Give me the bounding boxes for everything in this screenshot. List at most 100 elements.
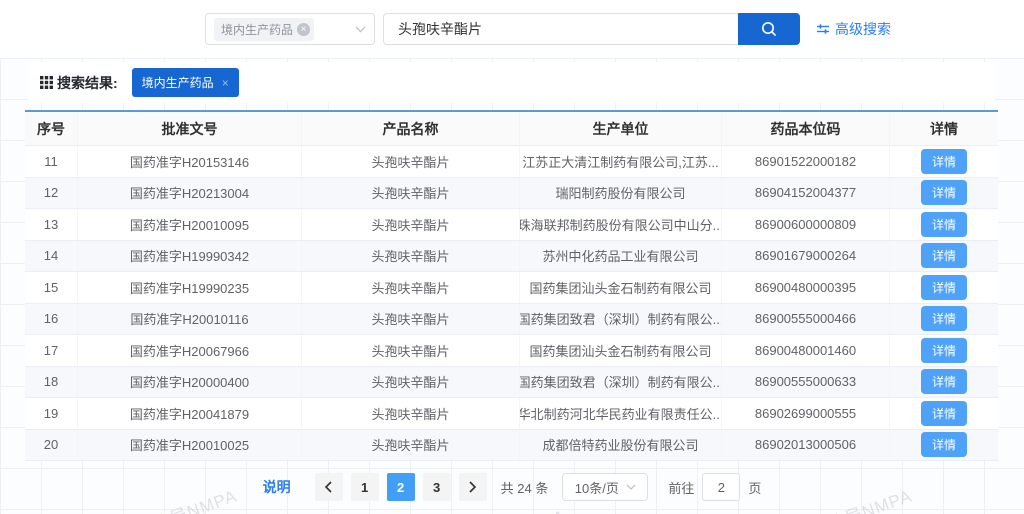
cell-product: 头孢呋辛酯片 xyxy=(302,178,520,209)
note-link[interactable]: 说明 xyxy=(263,477,291,497)
cell-product: 头孢呋辛酯片 xyxy=(302,209,520,240)
cell-code: 86904152004377 xyxy=(722,178,890,209)
table-row: 15 国药准字H19990235 头孢呋辛酯片 国药集团汕头金石制药有限公司 8… xyxy=(25,272,998,304)
nmpa-watermark: 药监局NMPA xyxy=(461,502,569,514)
filter-tag-close-icon[interactable]: × xyxy=(222,76,229,90)
cell-no: 19 xyxy=(25,398,78,429)
column-header-detail: 详情 xyxy=(890,112,998,145)
cell-approval: 国药准字H20000400 xyxy=(78,367,302,398)
page-size-value: 10条/页 xyxy=(575,478,619,497)
page-button-1[interactable]: 1 xyxy=(351,473,379,501)
cell-detail: 详情 xyxy=(890,241,998,272)
detail-button[interactable]: 详情 xyxy=(921,243,967,268)
detail-button[interactable]: 详情 xyxy=(921,369,967,394)
column-header-code: 药品本位码 xyxy=(722,112,890,145)
cell-code: 86900480000395 xyxy=(722,272,890,303)
grid-icon xyxy=(40,76,53,89)
advanced-search-link[interactable]: 高级搜索 xyxy=(816,19,891,39)
detail-button[interactable]: 详情 xyxy=(921,212,967,237)
detail-button[interactable]: 详情 xyxy=(921,275,967,300)
detail-button[interactable]: 详情 xyxy=(921,432,967,457)
category-select[interactable]: 境内生产药品 × xyxy=(205,13,375,45)
cell-manufacturer: 华北制药河北华民药业有限责任公... xyxy=(520,398,722,429)
table-row: 11 国药准字H20153146 头孢呋辛酯片 江苏正大清江制药有限公司,江苏.… xyxy=(25,146,998,178)
cell-no: 20 xyxy=(25,430,78,461)
cell-manufacturer: 国药集团汕头金石制药有限公司 xyxy=(520,335,722,366)
cell-manufacturer: 国药集团汕头金石制药有限公司 xyxy=(520,272,722,303)
detail-button[interactable]: 详情 xyxy=(921,149,967,174)
pagination: 说明 1 2 3 共 24 条 10条/页 前往 xyxy=(0,473,1024,501)
search-icon xyxy=(760,20,778,38)
cell-detail: 详情 xyxy=(890,146,998,177)
cell-product: 头孢呋辛酯片 xyxy=(302,335,520,366)
cell-manufacturer: 珠海联邦制药股份有限公司中山分... xyxy=(520,209,722,240)
advanced-search-label: 高级搜索 xyxy=(835,19,891,39)
cell-no: 18 xyxy=(25,367,78,398)
category-tag-label: 境内生产药品 xyxy=(221,21,293,38)
detail-button[interactable]: 详情 xyxy=(921,401,967,426)
cell-detail: 详情 xyxy=(890,304,998,335)
cell-code: 86902699000555 xyxy=(722,398,890,429)
cell-no: 16 xyxy=(25,304,78,335)
cell-code: 86900555000633 xyxy=(722,367,890,398)
next-page-button[interactable] xyxy=(459,473,487,501)
cell-manufacturer: 国药集团致君（深圳）制药有限公... xyxy=(520,367,722,398)
search-button[interactable] xyxy=(738,13,800,45)
cell-approval: 国药准字H20010116 xyxy=(78,304,302,335)
prev-page-button[interactable] xyxy=(315,473,343,501)
cell-detail: 详情 xyxy=(890,272,998,303)
goto-page-input[interactable] xyxy=(702,473,740,501)
table-row: 18 国药准字H20000400 头孢呋辛酯片 国药集团致君（深圳）制药有限公.… xyxy=(25,367,998,399)
chevron-right-icon xyxy=(468,481,477,493)
results-label: 搜索结果: xyxy=(57,73,118,93)
table-row: 14 国药准字H19990342 头孢呋辛酯片 苏州中化药品工业有限公司 869… xyxy=(25,241,998,273)
cell-code: 86900555000466 xyxy=(722,304,890,335)
cell-manufacturer: 成都倍特药业股份有限公司 xyxy=(520,430,722,461)
column-header-product: 产品名称 xyxy=(302,112,520,145)
page-size-select[interactable]: 10条/页 xyxy=(562,473,648,501)
chevron-down-icon xyxy=(626,484,636,490)
cell-approval: 国药准字H20041879 xyxy=(78,398,302,429)
cell-code: 86900600000809 xyxy=(722,209,890,240)
detail-button[interactable]: 详情 xyxy=(921,338,967,363)
column-header-approval: 批准文号 xyxy=(78,112,302,145)
cell-product: 头孢呋辛酯片 xyxy=(302,272,520,303)
cell-approval: 国药准字H20010095 xyxy=(78,209,302,240)
cell-product: 头孢呋辛酯片 xyxy=(302,241,520,272)
advanced-search-sliders-icon xyxy=(816,22,830,36)
category-tag: 境内生产药品 × xyxy=(214,18,314,41)
table-row: 16 国药准字H20010116 头孢呋辛酯片 国药集团致君（深圳）制药有限公.… xyxy=(25,304,998,336)
category-tag-remove-icon[interactable]: × xyxy=(297,23,310,36)
detail-button[interactable]: 详情 xyxy=(921,306,967,331)
page-button-3[interactable]: 3 xyxy=(423,473,451,501)
cell-approval: 国药准字H20153146 xyxy=(78,146,302,177)
page-button-2-current[interactable]: 2 xyxy=(387,473,415,501)
filter-tag[interactable]: 境内生产药品 × xyxy=(132,68,239,97)
detail-button[interactable]: 详情 xyxy=(921,180,967,205)
cell-manufacturer: 江苏正大清江制药有限公司,江苏... xyxy=(520,146,722,177)
cell-code: 86900480001460 xyxy=(722,335,890,366)
cell-no: 11 xyxy=(25,146,78,177)
table-row: 17 国药准字H20067966 头孢呋辛酯片 国药集团汕头金石制药有限公司 8… xyxy=(25,335,998,367)
search-input[interactable] xyxy=(383,13,738,45)
cell-detail: 详情 xyxy=(890,209,998,240)
chevron-down-icon xyxy=(355,26,366,33)
table-row: 19 国药准字H20041879 头孢呋辛酯片 华北制药河北华民药业有限责任公.… xyxy=(25,398,998,430)
table-body: 11 国药准字H20153146 头孢呋辛酯片 江苏正大清江制药有限公司,江苏.… xyxy=(25,146,998,461)
cell-manufacturer: 国药集团致君（深圳）制药有限公... xyxy=(520,304,722,335)
cell-detail: 详情 xyxy=(890,398,998,429)
cell-code: 86902013000506 xyxy=(722,430,890,461)
total-count-label: 共 24 条 xyxy=(501,478,549,497)
cell-product: 头孢呋辛酯片 xyxy=(302,398,520,429)
cell-approval: 国药准字H20067966 xyxy=(78,335,302,366)
results-label-wrap: 搜索结果: xyxy=(40,73,118,93)
cell-no: 13 xyxy=(25,209,78,240)
cell-product: 头孢呋辛酯片 xyxy=(302,304,520,335)
cell-product: 头孢呋辛酯片 xyxy=(302,367,520,398)
search-bar: 境内生产药品 × 高级搜索 xyxy=(0,0,1024,58)
cell-manufacturer: 苏州中化药品工业有限公司 xyxy=(520,241,722,272)
table-row: 13 国药准字H20010095 头孢呋辛酯片 珠海联邦制药股份有限公司中山分.… xyxy=(25,209,998,241)
cell-detail: 详情 xyxy=(890,430,998,461)
cell-no: 14 xyxy=(25,241,78,272)
cell-approval: 国药准字H19990342 xyxy=(78,241,302,272)
